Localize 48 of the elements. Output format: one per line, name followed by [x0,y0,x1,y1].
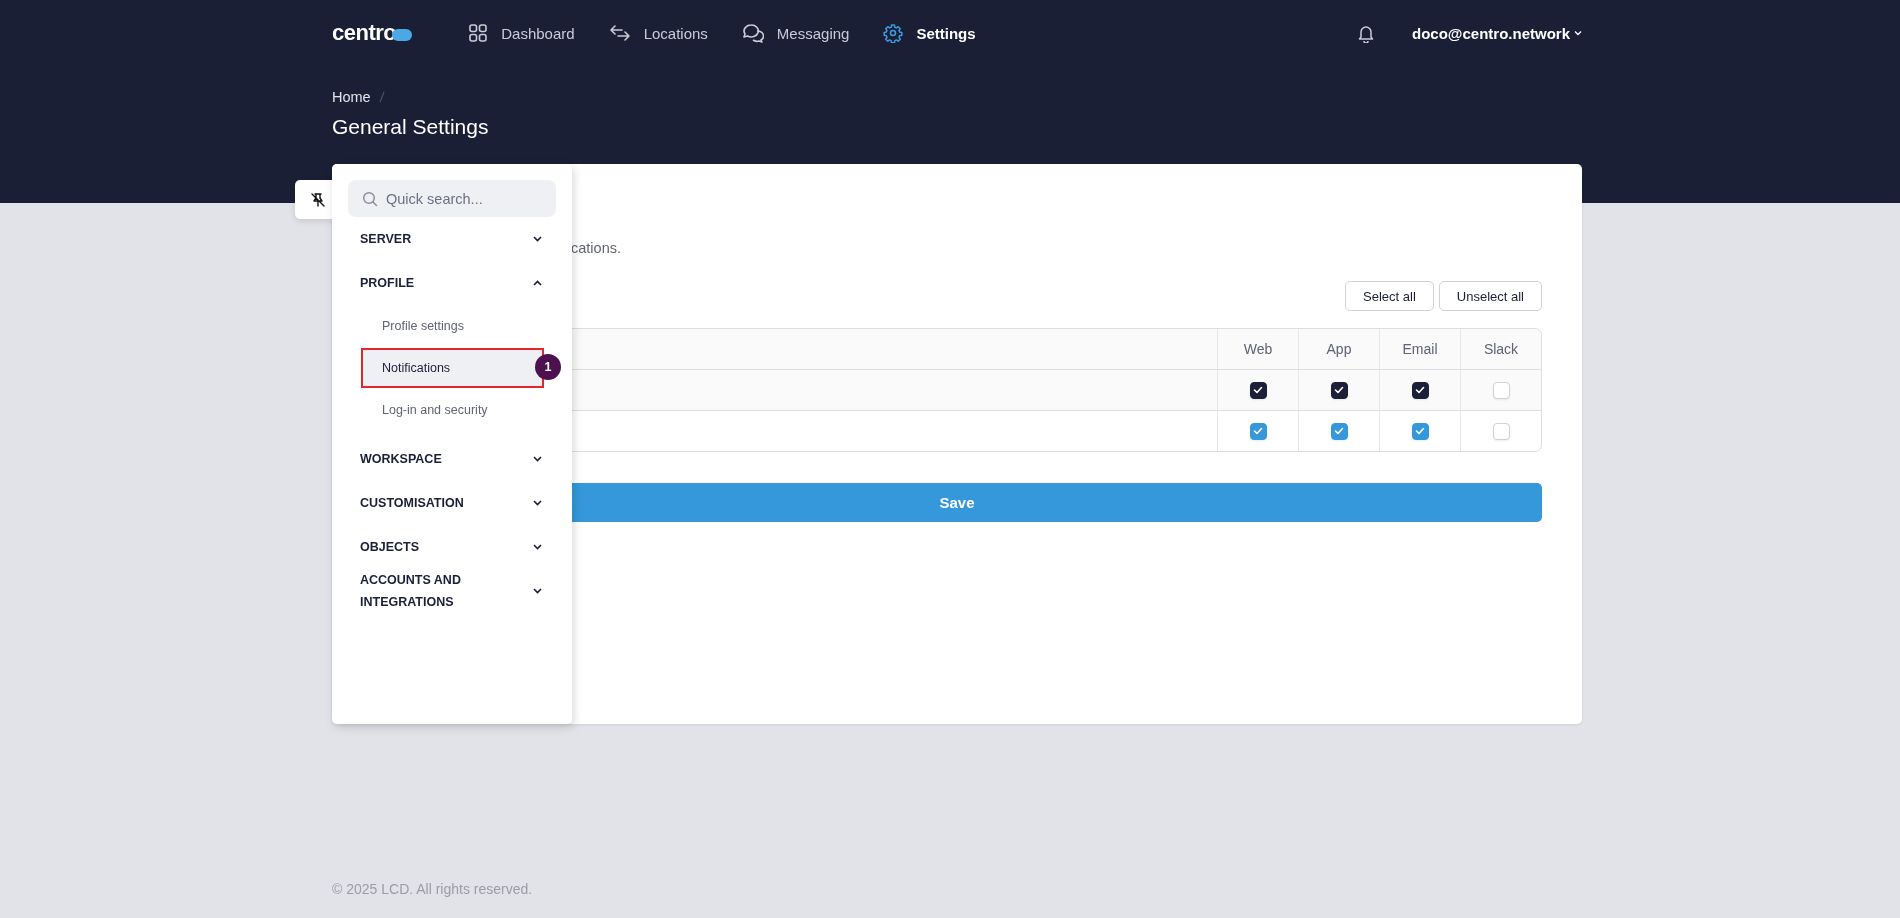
caret-icon [1574,30,1582,36]
copyright-text: © 2025 LCD. All rights reserved. [332,881,533,897]
checkmark-icon [1334,386,1344,394]
page-title: General Settings [332,115,490,139]
checkbox[interactable] [1411,422,1429,440]
arrows-icon [608,23,631,43]
menu-section[interactable]: PROFILE [348,261,556,305]
chevron-icon [533,280,542,286]
checkbox[interactable] [1330,381,1348,399]
grid-icon [468,23,489,43]
menu-item[interactable]: Notifications [361,348,544,388]
breadcrumb-link[interactable]: Home [332,89,371,105]
menu-item[interactable]: Log-in and security [361,390,544,430]
checkmark-icon [1253,427,1263,435]
checkmark-icon [1415,386,1425,394]
chevron-icon [533,236,542,242]
menu-section[interactable]: ACCOUNTS AND INTEGRATIONS [348,569,556,613]
user-menu[interactable]: doco@centro.network [1412,24,1582,42]
chat-icon [741,23,764,43]
checkmark-icon [1253,386,1263,394]
settings-icon [883,23,904,43]
menu-section[interactable]: WORKSPACE [348,437,556,481]
chevron-icon [533,544,542,550]
nav-link[interactable]: Messaging [741,23,850,43]
menu-item[interactable]: Profile settings [361,306,544,346]
chevron-icon [533,588,542,594]
nav-link[interactable]: Dashboard [468,23,575,43]
description-text: cations. [571,240,622,256]
nav-link[interactable]: Locations [608,23,708,43]
checkbox[interactable] [1330,422,1348,440]
menu-section[interactable]: SERVER [348,217,556,261]
logo-text: centro [332,20,397,46]
bell-icon[interactable] [1357,23,1375,43]
select-button[interactable]: Unselect all [1438,281,1542,311]
checkbox[interactable] [1249,422,1267,440]
select-button[interactable]: Select all [1345,281,1434,311]
nav-link[interactable]: Settings [883,23,976,43]
pin-off-icon [310,191,326,208]
checkmark-icon [1415,427,1425,435]
chevron-icon [533,500,542,506]
step-badge: 1 [535,354,561,380]
menu-section[interactable]: OBJECTS [348,525,556,569]
checkmark-icon [1334,427,1344,435]
checkbox[interactable] [1411,381,1429,399]
checkbox[interactable] [1249,381,1267,399]
chevron-icon [533,456,542,462]
separator-icon [378,91,385,103]
search-field[interactable]: Quick search... [348,180,556,217]
